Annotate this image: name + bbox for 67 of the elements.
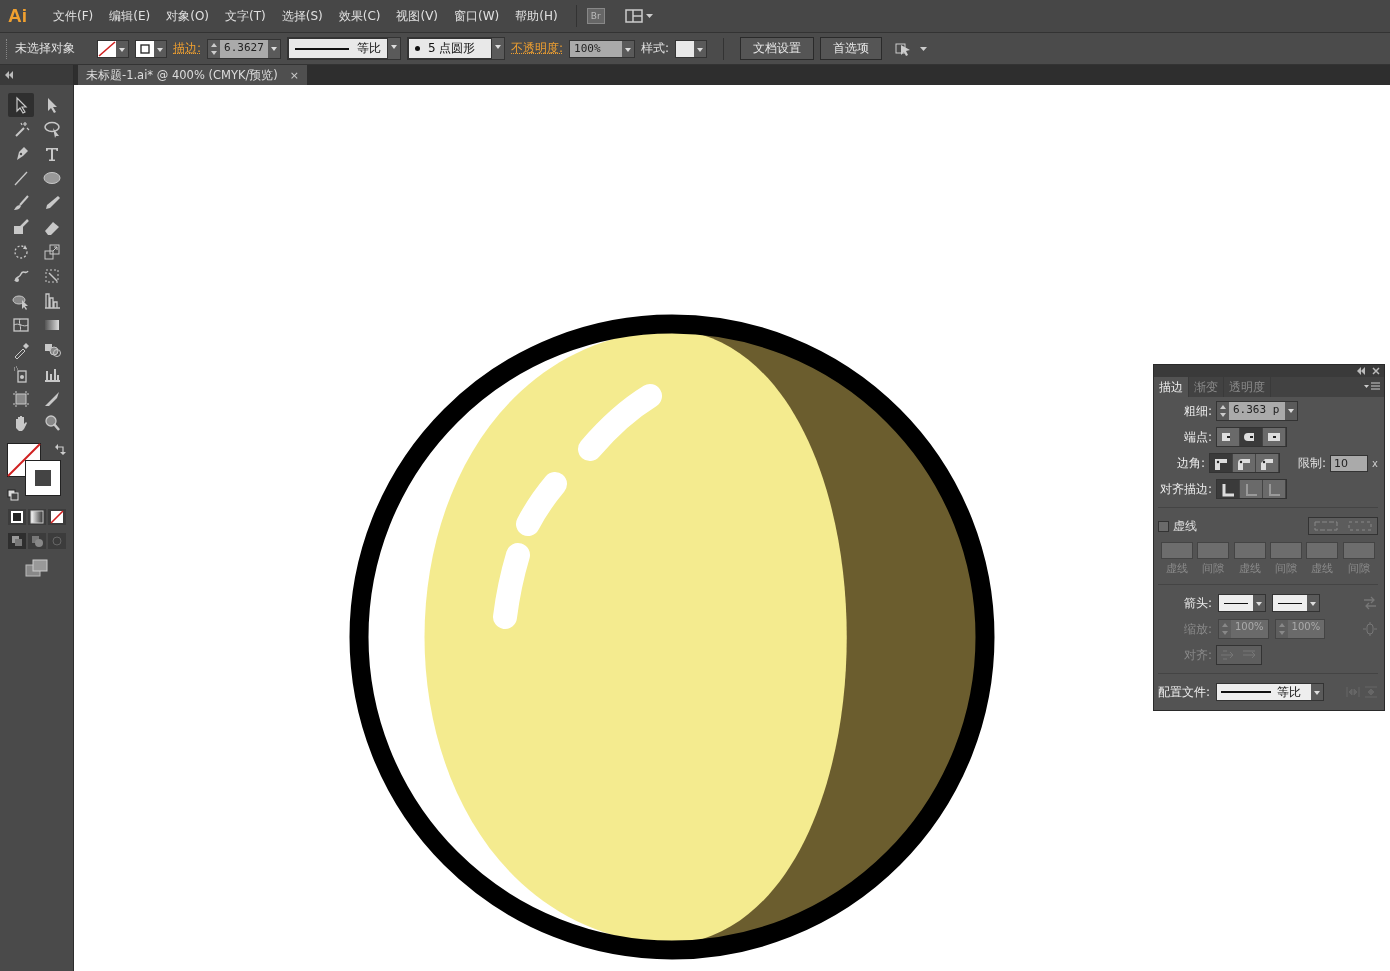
color-mode-button[interactable] — [7, 509, 26, 525]
profile-dropdown[interactable]: 等比 — [1217, 684, 1312, 700]
menu-item[interactable]: 文字(T) — [217, 7, 274, 25]
field-label: 配置文件: — [1158, 683, 1211, 701]
field-label: 端点: — [1182, 428, 1212, 446]
fill-none-swatch[interactable] — [98, 40, 116, 57]
stroke-swatch[interactable] — [136, 40, 154, 57]
selection-status: 未选择对象 — [15, 40, 75, 57]
menu-item[interactable]: 效果(C) — [330, 7, 389, 25]
field-label: 边角: — [1176, 454, 1206, 472]
limit-label: 限制: — [1298, 454, 1327, 472]
collapse-icon[interactable] — [1356, 367, 1366, 375]
field-label: 对齐描边: — [1158, 480, 1212, 498]
menu-item[interactable]: 选择(S) — [273, 7, 331, 25]
opacity-link[interactable]: 不透明度: — [511, 40, 564, 57]
menu-item[interactable]: 对象(O) — [158, 7, 218, 25]
dash-field[interactable] — [1270, 542, 1303, 559]
line-preview — [1278, 602, 1302, 604]
dash-field[interactable] — [1342, 542, 1375, 559]
dashed-checkbox[interactable] — [1158, 520, 1169, 532]
line-preview — [1221, 691, 1272, 693]
panel-menu-icon[interactable] — [1364, 382, 1380, 392]
line-preview — [1224, 602, 1248, 604]
arrowhead-dropdown[interactable] — [1273, 595, 1307, 611]
profile-label: 等比 — [357, 40, 382, 57]
stroke-swatch[interactable] — [24, 460, 61, 496]
menu-item[interactable]: 窗口(W) — [446, 7, 508, 25]
swap-arrows-icon[interactable] — [54, 443, 67, 455]
brush-label: 5 点圆形 — [428, 40, 476, 57]
document-title: 未标题-1.ai* @ 400% (CMYK/预览) — [86, 67, 278, 83]
workspace-layout-icon[interactable] — [624, 8, 655, 24]
menu-item[interactable]: 文件(F) — [45, 7, 102, 25]
arrowhead-dropdown[interactable] — [1219, 595, 1253, 611]
close-icon[interactable] — [1372, 367, 1380, 375]
field-label: 箭头: — [1182, 594, 1212, 612]
field-label: 粗细: — [1182, 402, 1212, 420]
stroke-line-preview — [295, 47, 350, 50]
brush-dot-icon — [415, 46, 421, 51]
style-label: 样式: — [641, 40, 670, 57]
gradient-mode-button[interactable] — [27, 509, 46, 525]
dash-field[interactable] — [1161, 542, 1194, 559]
panel-tab[interactable]: 描边 — [1154, 377, 1189, 397]
stroke-profile-dropdown[interactable]: 等比 — [288, 38, 389, 59]
menu-item[interactable]: 视图(V) — [388, 7, 447, 25]
none-mode-button[interactable] — [47, 509, 66, 525]
menu-item[interactable]: 帮助(H) — [507, 7, 566, 25]
dash-field[interactable] — [1233, 542, 1266, 559]
document-tab[interactable]: 未标题-1.ai* @ 400% (CMYK/预览) × — [78, 65, 308, 85]
dash-field[interactable] — [1197, 542, 1230, 559]
limit-field[interactable]: 10 — [1330, 454, 1369, 472]
screen-mode-icon[interactable] — [24, 559, 49, 577]
close-tab-button[interactable]: × — [289, 68, 300, 82]
style-swatch[interactable] — [676, 40, 695, 57]
checkbox-label: 虚线 — [1173, 517, 1197, 535]
stroke-link[interactable]: 描边: — [173, 40, 202, 57]
brush-dropdown[interactable]: 5 点圆形 — [408, 38, 493, 59]
app-logo: Ai — [8, 5, 27, 27]
draw-normal-button[interactable] — [7, 533, 26, 549]
collapse-icon[interactable] — [4, 71, 14, 79]
toolbar-button[interactable]: 首选项 — [820, 37, 883, 60]
draw-behind-button[interactable] — [27, 533, 46, 549]
profile-label: 等比 — [1277, 683, 1302, 701]
dash-field[interactable] — [1306, 542, 1339, 559]
default-colors-icon[interactable] — [6, 489, 19, 501]
limit-unit: x — [1372, 457, 1378, 469]
menu-item[interactable]: 编辑(E) — [101, 7, 159, 25]
toolbar-button[interactable]: 文档设置 — [740, 37, 815, 60]
